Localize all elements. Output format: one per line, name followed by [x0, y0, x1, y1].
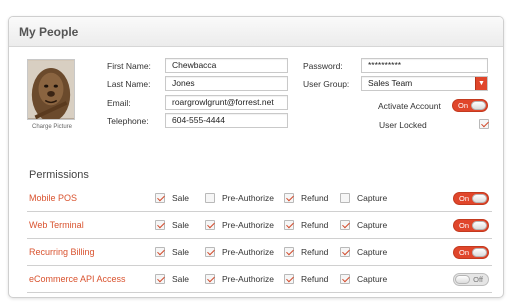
pre-authorize-label: Pre-Authorize	[222, 274, 274, 284]
page-title: My People	[19, 25, 79, 39]
refund-checkbox[interactable]	[284, 193, 294, 203]
capture-checkbox[interactable]	[340, 247, 350, 257]
activate-account-toggle[interactable]: On	[452, 99, 488, 112]
last-name-label: Last Name:	[107, 79, 151, 89]
email-label: Email:	[107, 98, 131, 108]
user-group-select[interactable]: Sales Team ▼	[361, 76, 488, 91]
permission-row: eCommerce API Access Sale Pre-Authorize Ref…	[27, 266, 492, 293]
user-locked-checkbox[interactable]	[479, 119, 489, 129]
permission-toggle[interactable]: On	[453, 246, 489, 259]
permission-option-pre-authorize[interactable]: Pre-Authorize	[205, 219, 274, 231]
password-label: Password:	[303, 61, 343, 71]
capture-label: Capture	[357, 247, 388, 257]
toggle-state-text: On	[459, 248, 470, 257]
sale-checkbox[interactable]	[155, 193, 165, 203]
capture-label: Capture	[357, 193, 388, 203]
permission-row: Mobile POS Sale Pre-Authorize Refund Capture…	[27, 185, 492, 212]
permissions-title: Permissions	[29, 169, 89, 181]
pre-authorize-label: Pre-Authorize	[222, 220, 274, 230]
permission-row: Recurring Billing Sale Pre-Authorize Refund…	[27, 239, 492, 266]
permission-name: Recurring Billing	[29, 247, 95, 257]
refund-label: Refund	[301, 274, 329, 284]
toggle-knob	[472, 248, 487, 257]
permission-name: Web Terminal	[29, 220, 84, 230]
sale-checkbox[interactable]	[155, 220, 165, 230]
permission-name: eCommerce API Access	[29, 274, 126, 284]
capture-label: Capture	[357, 274, 388, 284]
toggle-knob	[472, 194, 487, 203]
toggle-state-text: On	[459, 194, 470, 203]
refund-label: Refund	[301, 220, 329, 230]
photo-caption[interactable]: Charge Picture	[21, 124, 83, 130]
sale-label: Sale	[172, 274, 190, 284]
permission-option-pre-authorize[interactable]: Pre-Authorize	[205, 192, 274, 204]
capture-label: Capture	[357, 220, 388, 230]
refund-checkbox[interactable]	[284, 220, 294, 230]
profile-photo[interactable]	[27, 59, 75, 120]
toggle-knob	[455, 275, 470, 284]
refund-label: Refund	[301, 193, 329, 203]
caret-down-icon[interactable]: ▼	[475, 77, 487, 90]
user-locked-label: User Locked	[379, 120, 427, 130]
permission-option-refund[interactable]: Refund	[284, 192, 328, 204]
permission-row: Web Terminal Sale Pre-Authorize Refund Captu…	[27, 212, 492, 239]
sale-checkbox[interactable]	[155, 247, 165, 257]
permission-option-capture[interactable]: Capture	[340, 246, 387, 258]
permission-toggle[interactable]: On	[453, 219, 489, 232]
telephone-label: Telephone:	[107, 116, 149, 126]
toggle-state-text: Off	[473, 275, 483, 284]
first-name-label: First Name:	[107, 61, 151, 71]
toggle-knob	[471, 101, 486, 110]
my-people-panel: My People Charge Picture First Name: Che…	[8, 16, 504, 298]
permission-option-sale[interactable]: Sale	[155, 192, 189, 204]
pre-authorize-label: Pre-Authorize	[222, 193, 274, 203]
sale-label: Sale	[172, 193, 190, 203]
capture-checkbox[interactable]	[340, 193, 350, 203]
permission-toggle[interactable]: Off	[453, 273, 489, 286]
password-field[interactable]: **********	[361, 58, 488, 73]
pre-authorize-checkbox[interactable]	[205, 193, 215, 203]
permission-option-capture[interactable]: Capture	[340, 273, 387, 285]
email-field[interactable]: roargrowlgrunt@forrest.net	[165, 95, 288, 110]
toggle-state-text: On	[458, 101, 469, 110]
permission-option-refund[interactable]: Refund	[284, 273, 328, 285]
refund-label: Refund	[301, 247, 329, 257]
permission-option-pre-authorize[interactable]: Pre-Authorize	[205, 273, 274, 285]
refund-checkbox[interactable]	[284, 247, 294, 257]
capture-checkbox[interactable]	[340, 220, 350, 230]
pre-authorize-checkbox[interactable]	[205, 247, 215, 257]
pre-authorize-checkbox[interactable]	[205, 220, 215, 230]
panel-header: My People	[9, 17, 503, 47]
pre-authorize-label: Pre-Authorize	[222, 247, 274, 257]
user-group-value: Sales Team	[368, 78, 413, 88]
permission-option-capture[interactable]: Capture	[340, 192, 387, 204]
permission-toggle[interactable]: On	[453, 192, 489, 205]
toggle-knob	[472, 221, 487, 230]
permission-option-sale[interactable]: Sale	[155, 219, 189, 231]
sale-label: Sale	[172, 247, 190, 257]
sale-label: Sale	[172, 220, 190, 230]
refund-checkbox[interactable]	[284, 274, 294, 284]
permission-option-refund[interactable]: Refund	[284, 246, 328, 258]
avatar-image	[28, 60, 74, 119]
permission-option-pre-authorize[interactable]: Pre-Authorize	[205, 246, 274, 258]
user-group-label: User Group:	[303, 79, 350, 89]
permission-option-refund[interactable]: Refund	[284, 219, 328, 231]
capture-checkbox[interactable]	[340, 274, 350, 284]
pre-authorize-checkbox[interactable]	[205, 274, 215, 284]
permission-option-capture[interactable]: Capture	[340, 219, 387, 231]
activate-account-label: Activate Account	[378, 101, 441, 111]
first-name-field[interactable]: Chewbacca	[165, 58, 288, 73]
telephone-field[interactable]: 604-555-4444	[165, 113, 288, 128]
last-name-field[interactable]: Jones	[165, 76, 288, 91]
permission-name: Mobile POS	[29, 193, 78, 203]
permission-option-sale[interactable]: Sale	[155, 246, 189, 258]
permission-option-sale[interactable]: Sale	[155, 273, 189, 285]
toggle-state-text: On	[459, 221, 470, 230]
sale-checkbox[interactable]	[155, 274, 165, 284]
